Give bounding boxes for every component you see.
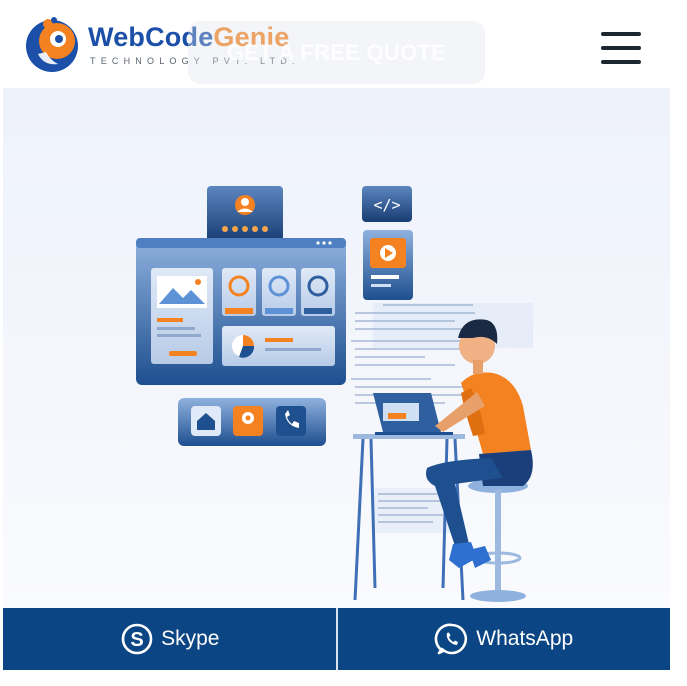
hero-illustration: </>: [3, 88, 670, 608]
whatsapp-label: WhatsApp: [476, 627, 574, 650]
skype-button[interactable]: S Skype: [3, 608, 336, 670]
video-card: [363, 230, 413, 300]
get-free-quote-button[interactable]: GET A FREE QUOTE: [188, 21, 485, 84]
svg-text:</>: </>: [373, 196, 400, 214]
web-developer-at-desk-illustration: </>: [136, 186, 533, 602]
code-tag-card: </>: [362, 186, 412, 222]
site-header: WebCodeGenie TECHNOLOGY PVT. LTD. GET A …: [0, 0, 687, 88]
profile-card: [207, 186, 283, 242]
hamburger-menu-icon[interactable]: [599, 30, 645, 66]
svg-text:S: S: [130, 629, 143, 651]
genie-logo-icon: [26, 17, 78, 72]
stool: [468, 479, 528, 602]
whatsapp-icon: [434, 623, 468, 655]
skype-icon: S: [121, 623, 153, 655]
app-icons-bar: [178, 398, 326, 446]
skype-label: Skype: [161, 627, 220, 650]
contact-bottom-bar: S Skype WhatsApp: [3, 608, 670, 670]
dashboard-window: [136, 238, 346, 385]
whatsapp-button[interactable]: WhatsApp: [335, 608, 671, 670]
